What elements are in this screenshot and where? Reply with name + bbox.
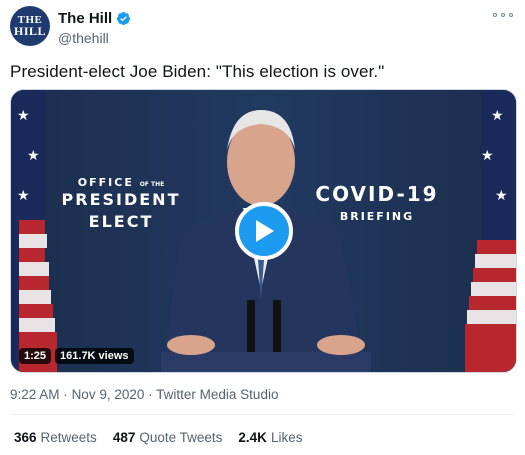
meta-separator: ·: [148, 387, 153, 402]
hand: [167, 335, 215, 355]
more-dot: [501, 13, 505, 17]
stat-label: Likes: [270, 430, 303, 445]
podium: [161, 352, 371, 372]
stat-retweets[interactable]: 366 Retweets: [14, 430, 97, 445]
svg-text:★: ★: [27, 147, 40, 163]
more-dot: [509, 13, 513, 17]
stat-count: 2.4K: [238, 430, 267, 445]
author-handle[interactable]: @thehill: [58, 30, 131, 46]
stat-label: Retweets: [40, 430, 97, 445]
tweet-header: THE HILL The Hill @thehill: [10, 6, 515, 50]
sign-covid-text: COVID-19: [315, 182, 439, 206]
tweet-date[interactable]: Nov 9, 2020: [72, 387, 145, 402]
stat-likes[interactable]: 2.4K Likes: [238, 430, 302, 445]
sign-president-text: PRESIDENT: [61, 190, 181, 209]
svg-text:★: ★: [17, 107, 30, 123]
tweet-meta: 9:22 AM · Nov 9, 2020 · Twitter Media St…: [10, 387, 278, 402]
sign-briefing-text: BRIEFING: [339, 210, 415, 223]
tweet-time[interactable]: 9:22 AM: [10, 387, 60, 402]
sign-of-the-text: OF THE: [139, 181, 165, 188]
tweet-stats: 366 Retweets 487 Quote Tweets 2.4K Likes: [14, 430, 302, 445]
sign-elect-text: ELECT: [88, 212, 154, 231]
more-options-icon[interactable]: [493, 8, 513, 22]
play-icon: [256, 220, 274, 242]
video-player[interactable]: ★ ★ ★ ★ ★ ★ OFFICE OF THE PRESIDENT ELEC…: [10, 89, 517, 373]
meta-separator: ·: [63, 387, 68, 402]
avatar[interactable]: THE HILL: [10, 6, 50, 46]
video-duration: 1:25: [19, 348, 52, 364]
stat-count: 487: [112, 430, 136, 445]
svg-text:★: ★: [495, 187, 508, 203]
display-name[interactable]: The Hill: [58, 10, 112, 27]
more-dot: [493, 13, 497, 17]
microphone: [247, 300, 255, 352]
stat-label: Quote Tweets: [139, 430, 223, 445]
svg-text:★: ★: [17, 187, 30, 203]
hand: [317, 335, 365, 355]
microphone: [273, 300, 281, 352]
divider: [10, 414, 515, 415]
verified-badge-icon: [117, 11, 131, 26]
stat-count: 366: [14, 430, 37, 445]
avatar-text-line2: HILL: [13, 23, 46, 38]
play-button[interactable]: [235, 202, 293, 260]
sign-covid-briefing: COVID-19 BRIEFING: [307, 182, 447, 223]
tweet-source[interactable]: Twitter Media Studio: [156, 387, 278, 402]
svg-text:★: ★: [481, 147, 494, 163]
video-badges: 1:25 161.7K views: [19, 348, 134, 364]
stat-quote-tweets[interactable]: 487 Quote Tweets: [113, 430, 223, 445]
video-views: 161.7K views: [55, 348, 134, 364]
tweet-text: President-elect Joe Biden: "This electio…: [10, 62, 385, 81]
author-names: The Hill @thehill: [58, 10, 131, 46]
sign-president-elect: OFFICE OF THE PRESIDENT ELECT: [51, 176, 191, 233]
name-row: The Hill: [58, 10, 131, 27]
svg-text:★: ★: [491, 107, 504, 123]
sign-office-text: OFFICE: [77, 176, 134, 189]
